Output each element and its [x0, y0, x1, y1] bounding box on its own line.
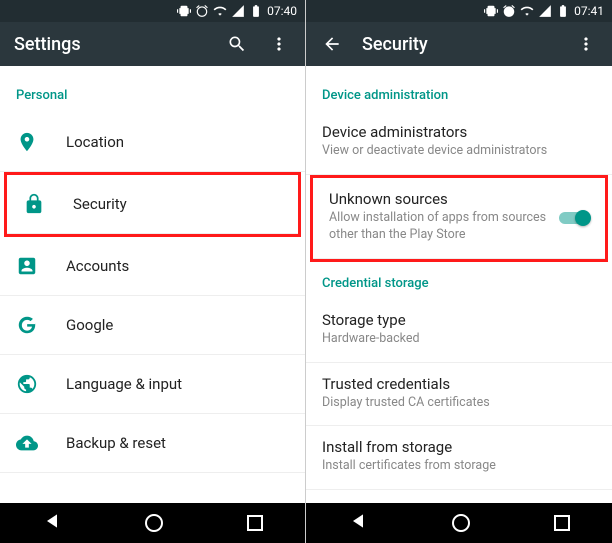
nav-back-button[interactable] — [348, 511, 368, 535]
more-vert-icon — [269, 34, 289, 54]
wifi-icon — [520, 4, 534, 18]
signal-icon — [538, 4, 552, 18]
pref-title: Storage type — [322, 311, 596, 329]
settings-item-security[interactable]: Security — [7, 175, 298, 234]
item-label: Google — [66, 316, 113, 334]
nav-home-button[interactable] — [452, 514, 470, 532]
overflow-menu-button[interactable] — [267, 32, 291, 56]
settings-list: Personal Location Security Accounts — [0, 66, 305, 503]
app-title: Settings — [14, 34, 207, 55]
nav-bar — [306, 503, 612, 543]
triangle-back-icon — [348, 511, 368, 531]
pref-title: Device administrators — [322, 123, 596, 141]
settings-item-accounts[interactable]: Accounts — [0, 237, 305, 296]
pref-sub: Hardware-backed — [322, 331, 596, 348]
pref-device-administrators[interactable]: Device administrators View or deactivate… — [306, 111, 612, 175]
vibrate-icon — [484, 4, 498, 18]
square-recent-icon — [247, 515, 263, 531]
phone-settings: 07:40 Settings Personal Location Securit… — [0, 0, 306, 543]
pref-sub: View or deactivate device administrators — [322, 143, 596, 160]
settings-item-language[interactable]: Language & input — [0, 355, 305, 414]
search-button[interactable] — [225, 32, 249, 56]
status-bar: 07:41 — [306, 0, 612, 22]
back-button[interactable] — [320, 32, 344, 56]
section-device-admin: Device administration — [306, 74, 612, 111]
highlight-security: Security — [4, 172, 301, 237]
item-label: Backup & reset — [66, 434, 166, 452]
pref-storage-type[interactable]: Storage type Hardware-backed — [306, 299, 612, 363]
square-recent-icon — [554, 515, 570, 531]
pref-title: Trusted credentials — [322, 375, 596, 393]
pref-unknown-sources[interactable]: Unknown sources Allow installation of ap… — [313, 178, 605, 259]
item-label: Location — [66, 133, 124, 151]
pref-title: Install from storage — [322, 438, 596, 456]
alarm-icon — [195, 4, 209, 18]
backup-icon — [16, 432, 38, 454]
vibrate-icon — [177, 4, 191, 18]
app-title: Security — [362, 34, 556, 55]
status-time: 07:40 — [267, 4, 297, 18]
signal-icon — [231, 4, 245, 18]
pref-sub: Allow installation of apps from sources … — [329, 210, 589, 244]
alarm-icon — [502, 4, 516, 18]
settings-item-location[interactable]: Location — [0, 113, 305, 172]
highlight-unknown-sources: Unknown sources Allow installation of ap… — [310, 175, 608, 262]
item-label: Accounts — [66, 257, 129, 275]
location-icon — [16, 131, 38, 153]
nav-recent-button[interactable] — [554, 515, 570, 531]
settings-item-backup[interactable]: Backup & reset — [0, 414, 305, 473]
circle-home-icon — [145, 514, 163, 532]
lock-icon — [23, 193, 45, 215]
battery-icon — [556, 4, 570, 18]
pref-install-from-storage[interactable]: Install from storage Install certificate… — [306, 426, 612, 490]
nav-home-button[interactable] — [145, 514, 163, 532]
battery-icon — [249, 4, 263, 18]
nav-bar — [0, 503, 305, 543]
toggle-thumb — [575, 210, 591, 226]
search-icon — [227, 34, 247, 54]
security-list: Device administration Device administrat… — [306, 66, 612, 503]
category-personal: Personal — [0, 74, 305, 113]
arrow-back-icon — [322, 34, 342, 54]
circle-home-icon — [452, 514, 470, 532]
status-time: 07:41 — [574, 4, 604, 18]
pref-sub: Install certificates from storage — [322, 458, 596, 475]
pref-trusted-credentials[interactable]: Trusted credentials Display trusted CA c… — [306, 363, 612, 427]
triangle-back-icon — [42, 511, 62, 531]
item-label: Language & input — [66, 375, 182, 393]
pref-title: Unknown sources — [329, 190, 589, 208]
unknown-sources-toggle[interactable] — [557, 209, 591, 227]
pref-sub: Display trusted CA certificates — [322, 395, 596, 412]
settings-item-google[interactable]: Google — [0, 296, 305, 355]
phone-security: 07:41 Security Device administration Dev… — [306, 0, 612, 543]
overflow-menu-button[interactable] — [574, 32, 598, 56]
nav-back-button[interactable] — [42, 511, 62, 535]
pref-clear-credentials[interactable]: Clear credentials — [306, 490, 612, 503]
google-icon — [16, 314, 38, 336]
app-bar: Security — [306, 22, 612, 66]
globe-icon — [16, 373, 38, 395]
app-bar: Settings — [0, 22, 305, 66]
section-credential-storage: Credential storage — [306, 262, 612, 299]
wifi-icon — [213, 4, 227, 18]
status-bar: 07:40 — [0, 0, 305, 22]
account-icon — [16, 255, 38, 277]
more-vert-icon — [576, 34, 596, 54]
nav-recent-button[interactable] — [247, 515, 263, 531]
item-label: Security — [73, 195, 127, 213]
